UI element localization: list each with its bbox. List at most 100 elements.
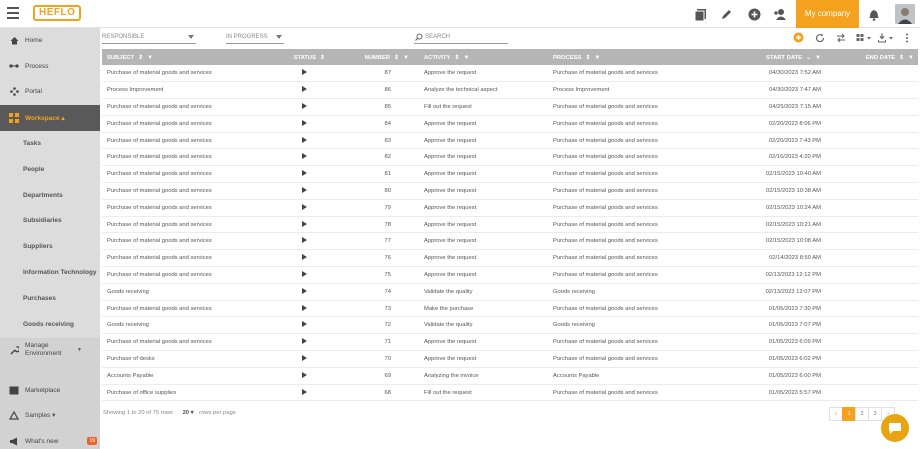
logo[interactable]: HEFLO — [33, 5, 82, 21]
table-row[interactable]: Purchase of material goods and services 8… — [102, 99, 918, 116]
edit-icon[interactable] — [718, 6, 734, 22]
pagination-page[interactable]: 1 — [842, 407, 856, 421]
play-icon[interactable] — [301, 119, 307, 126]
table-row[interactable]: Purchase of material goods and services 8… — [102, 132, 918, 149]
play-icon[interactable] — [301, 136, 307, 143]
sort-icon[interactable]: ⇕ — [138, 54, 143, 61]
table-row[interactable]: Purchase of material goods and services 8… — [102, 183, 918, 200]
more-vertical-icon[interactable] — [901, 32, 912, 43]
report-icon[interactable] — [692, 6, 708, 22]
sort-icon[interactable]: ⇕ — [394, 54, 399, 61]
table-row[interactable]: Process Improvement 86 Analyze the technic… — [102, 82, 918, 99]
play-icon[interactable] — [301, 371, 307, 378]
play-icon[interactable] — [301, 220, 307, 227]
table-row[interactable]: Purchase of material goods and services 7… — [102, 216, 918, 233]
sidebar-item-whats-new[interactable]: What's new 19 — [0, 434, 100, 448]
filter-icon[interactable]: ▼ — [147, 55, 153, 61]
play-icon[interactable] — [301, 270, 307, 277]
sidebar-item-goods-receiving[interactable]: Goods receiving — [0, 317, 100, 331]
table-row[interactable]: Purchase of material goods and services 7… — [102, 250, 918, 267]
table-row[interactable]: Purchase of material goods and services 7… — [102, 233, 918, 250]
play-icon[interactable] — [301, 203, 307, 210]
sidebar-item-home[interactable]: Home — [0, 33, 100, 47]
column-header-status[interactable]: STATUS ⇕ — [279, 49, 329, 65]
download-icon[interactable] — [878, 32, 894, 43]
sidebar-item-manage-environment[interactable]: Manage Environment ▼ — [0, 341, 100, 359]
play-icon[interactable] — [301, 287, 307, 294]
column-header-subject[interactable]: SUBJECT ⇕ ▼ — [102, 49, 279, 65]
table-row[interactable]: Purchase of office supplies 68 Fill out th… — [102, 384, 918, 401]
avatar[interactable] — [895, 4, 915, 24]
sidebar-item-workspace[interactable]: Workspace ▴ — [0, 105, 100, 131]
filter-icon[interactable]: ▼ — [815, 55, 821, 61]
play-icon[interactable] — [301, 254, 307, 261]
table-row[interactable]: Accounts Payable 69 Analyzing the invoice A… — [102, 367, 918, 385]
search-input[interactable]: SEARCH — [414, 31, 508, 44]
sidebar-item-suppliers[interactable]: Suppliers — [0, 239, 100, 253]
column-header-activity[interactable]: ACTIVITY ⇕ ▼ — [419, 49, 548, 65]
sort-icon[interactable]: ⇕ — [899, 54, 904, 61]
sidebar-item-people[interactable]: People — [0, 162, 100, 176]
play-icon[interactable] — [301, 186, 307, 193]
table-row[interactable]: Purchase of material goods and services 8… — [102, 115, 918, 133]
table-row[interactable]: Purchase of material goods and services 7… — [102, 267, 918, 284]
column-header-end-date[interactable]: END DATE ⇕ ▼ — [825, 49, 918, 65]
sidebar-item-tasks[interactable]: Tasks — [0, 136, 100, 150]
menu-icon[interactable] — [7, 7, 19, 19]
column-header-start-date[interactable]: START DATE ⌄ ▼ — [726, 49, 825, 65]
filter-icon[interactable]: ▼ — [403, 55, 409, 61]
add-user-icon[interactable] — [772, 6, 788, 22]
sort-icon[interactable]: ⇕ — [320, 54, 325, 61]
sidebar-item-purchases[interactable]: Purchases — [0, 291, 100, 305]
pagination-prev[interactable]: ‹ — [829, 407, 843, 421]
play-icon[interactable] — [301, 321, 307, 328]
responsible-select[interactable]: RESPONSIBLE — [102, 31, 196, 44]
refresh-icon[interactable] — [814, 32, 825, 43]
sort-icon[interactable]: ⇕ — [454, 54, 459, 61]
table-row[interactable]: Purchase of material goods and services 7… — [102, 334, 918, 351]
rows-per-page-select[interactable]: 20 ▾ — [183, 410, 194, 416]
filter-icon[interactable]: ▼ — [908, 55, 914, 61]
columns-icon[interactable] — [856, 32, 872, 43]
sidebar-item-departments[interactable]: Departments — [0, 188, 100, 202]
filter-icon[interactable]: ▼ — [594, 55, 600, 61]
table-row[interactable]: Goods receiving 72 Validate the quality Goo… — [102, 317, 918, 334]
table-row[interactable]: Purchase of desks 70 Approve the request Pu… — [102, 351, 918, 368]
add-circle-icon[interactable] — [746, 6, 762, 22]
sidebar-item-information-technology[interactable]: Information Technology — [0, 265, 100, 279]
column-header-number[interactable]: NUMBER ⇕ ▼ — [329, 49, 419, 65]
chat-icon[interactable] — [881, 414, 909, 442]
table-row[interactable]: Purchase of material goods and services 8… — [102, 149, 918, 166]
play-icon[interactable] — [301, 237, 307, 244]
sidebar-item-samples[interactable]: Samples ▾ — [0, 408, 100, 422]
pagination-page[interactable]: 2 — [855, 407, 869, 421]
filter-icon[interactable]: ▼ — [463, 55, 469, 61]
sort-icon[interactable]: ⇕ — [585, 54, 590, 61]
play-icon[interactable] — [301, 86, 307, 93]
sort-icon[interactable]: ⌄ — [806, 54, 811, 61]
pagination-page[interactable]: 3 — [868, 407, 882, 421]
add-circle-icon[interactable] — [793, 32, 804, 43]
table-row[interactable]: Purchase of material goods and services 8… — [102, 166, 918, 183]
column-header-process[interactable]: PROCESS ⇕ ▼ — [548, 49, 726, 65]
table-row[interactable]: Purchase of material goods and services 7… — [102, 300, 918, 317]
play-icon[interactable] — [301, 338, 307, 345]
status-select[interactable]: IN PROGRESS — [226, 31, 284, 44]
bell-icon[interactable] — [866, 6, 882, 22]
table-row[interactable]: Purchase of material goods and services 8… — [102, 65, 918, 82]
play-icon[interactable] — [301, 388, 307, 395]
table-row[interactable]: Goods receiving 74 Validate the quality Goo… — [102, 283, 918, 301]
sidebar-item-subsidiaries[interactable]: Subsidiaries — [0, 213, 100, 227]
table-row[interactable]: Purchase of material goods and services 7… — [102, 199, 918, 217]
sidebar-item-portal[interactable]: Portal — [0, 84, 100, 98]
company-button[interactable]: My company — [796, 0, 859, 28]
sidebar-item-process[interactable]: Process — [0, 59, 100, 73]
play-icon[interactable] — [301, 304, 307, 311]
play-icon[interactable] — [301, 354, 307, 361]
sidebar-item-marketplace[interactable]: Marketplace — [0, 383, 100, 397]
play-icon[interactable] — [301, 69, 307, 76]
swap-icon[interactable] — [835, 32, 846, 43]
play-icon[interactable] — [301, 170, 307, 177]
play-icon[interactable] — [301, 102, 307, 109]
play-icon[interactable] — [301, 153, 307, 160]
